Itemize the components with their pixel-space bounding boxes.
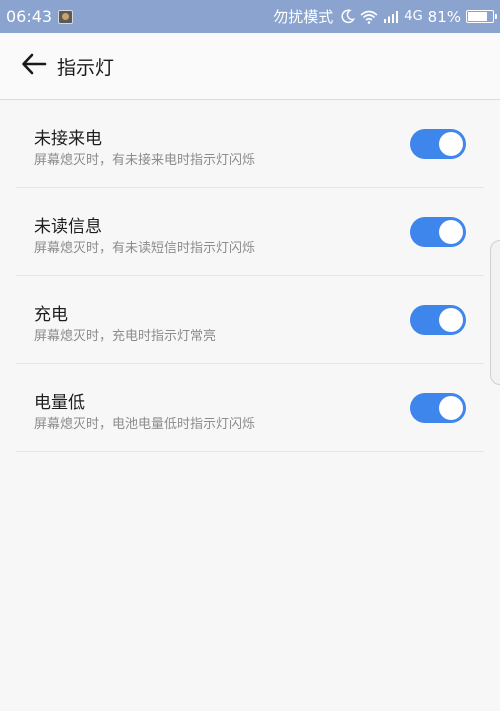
app-header: 指示灯 <box>0 33 500 100</box>
setting-row-charging[interactable]: 充电 屏幕熄灭时，充电时指示灯常亮 <box>16 276 484 364</box>
signal-icon <box>383 10 399 23</box>
battery-icon <box>466 10 497 23</box>
unread-message-toggle[interactable] <box>410 217 466 247</box>
missed-call-toggle[interactable] <box>410 129 466 159</box>
dnd-mode-label: 勿扰模式 <box>273 8 334 26</box>
setting-title: 电量低 <box>34 393 85 413</box>
setting-title: 充电 <box>34 305 68 325</box>
status-time: 06:43 <box>6 7 53 26</box>
wifi-icon <box>360 10 378 24</box>
page-title: 指示灯 <box>57 56 115 79</box>
toggle-knob <box>439 132 463 156</box>
setting-description: 屏幕熄灭时，有未接来电时指示灯闪烁 <box>34 153 256 168</box>
moon-icon <box>340 9 356 24</box>
setting-description: 屏幕熄灭时，电池电量低时指示灯闪烁 <box>34 417 256 432</box>
low-battery-toggle[interactable] <box>410 393 466 423</box>
battery-fill <box>468 12 488 21</box>
battery-percent: 81% <box>427 7 461 26</box>
status-bar: 06:43 勿扰模式 4G 81% <box>0 0 500 33</box>
setting-description: 屏幕熄灭时，有未读短信时指示灯闪烁 <box>34 241 256 256</box>
network-type: 4G <box>404 9 423 24</box>
edge-floating-handle[interactable] <box>490 240 500 385</box>
status-bar-right: 勿扰模式 4G 81% <box>273 6 497 27</box>
toggle-knob <box>439 220 463 244</box>
settings-list: 未接来电 屏幕熄灭时，有未接来电时指示灯闪烁 未读信息 屏幕熄灭时，有未读短信时… <box>16 100 484 452</box>
app-notification-icon <box>58 9 74 24</box>
charging-toggle[interactable] <box>410 305 466 335</box>
setting-row-unread-message[interactable]: 未读信息 屏幕熄灭时，有未读短信时指示灯闪烁 <box>16 188 484 276</box>
setting-title: 未接来电 <box>34 129 102 149</box>
toggle-knob <box>439 308 463 332</box>
status-bar-left: 06:43 <box>6 7 74 26</box>
arrow-left-icon <box>21 53 47 79</box>
back-button[interactable] <box>19 51 49 81</box>
setting-row-low-battery[interactable]: 电量低 屏幕熄灭时，电池电量低时指示灯闪烁 <box>16 364 484 452</box>
setting-title: 未读信息 <box>34 217 102 237</box>
toggle-knob <box>439 396 463 420</box>
setting-description: 屏幕熄灭时，充电时指示灯常亮 <box>34 329 217 344</box>
setting-row-missed-call[interactable]: 未接来电 屏幕熄灭时，有未接来电时指示灯闪烁 <box>16 100 484 188</box>
